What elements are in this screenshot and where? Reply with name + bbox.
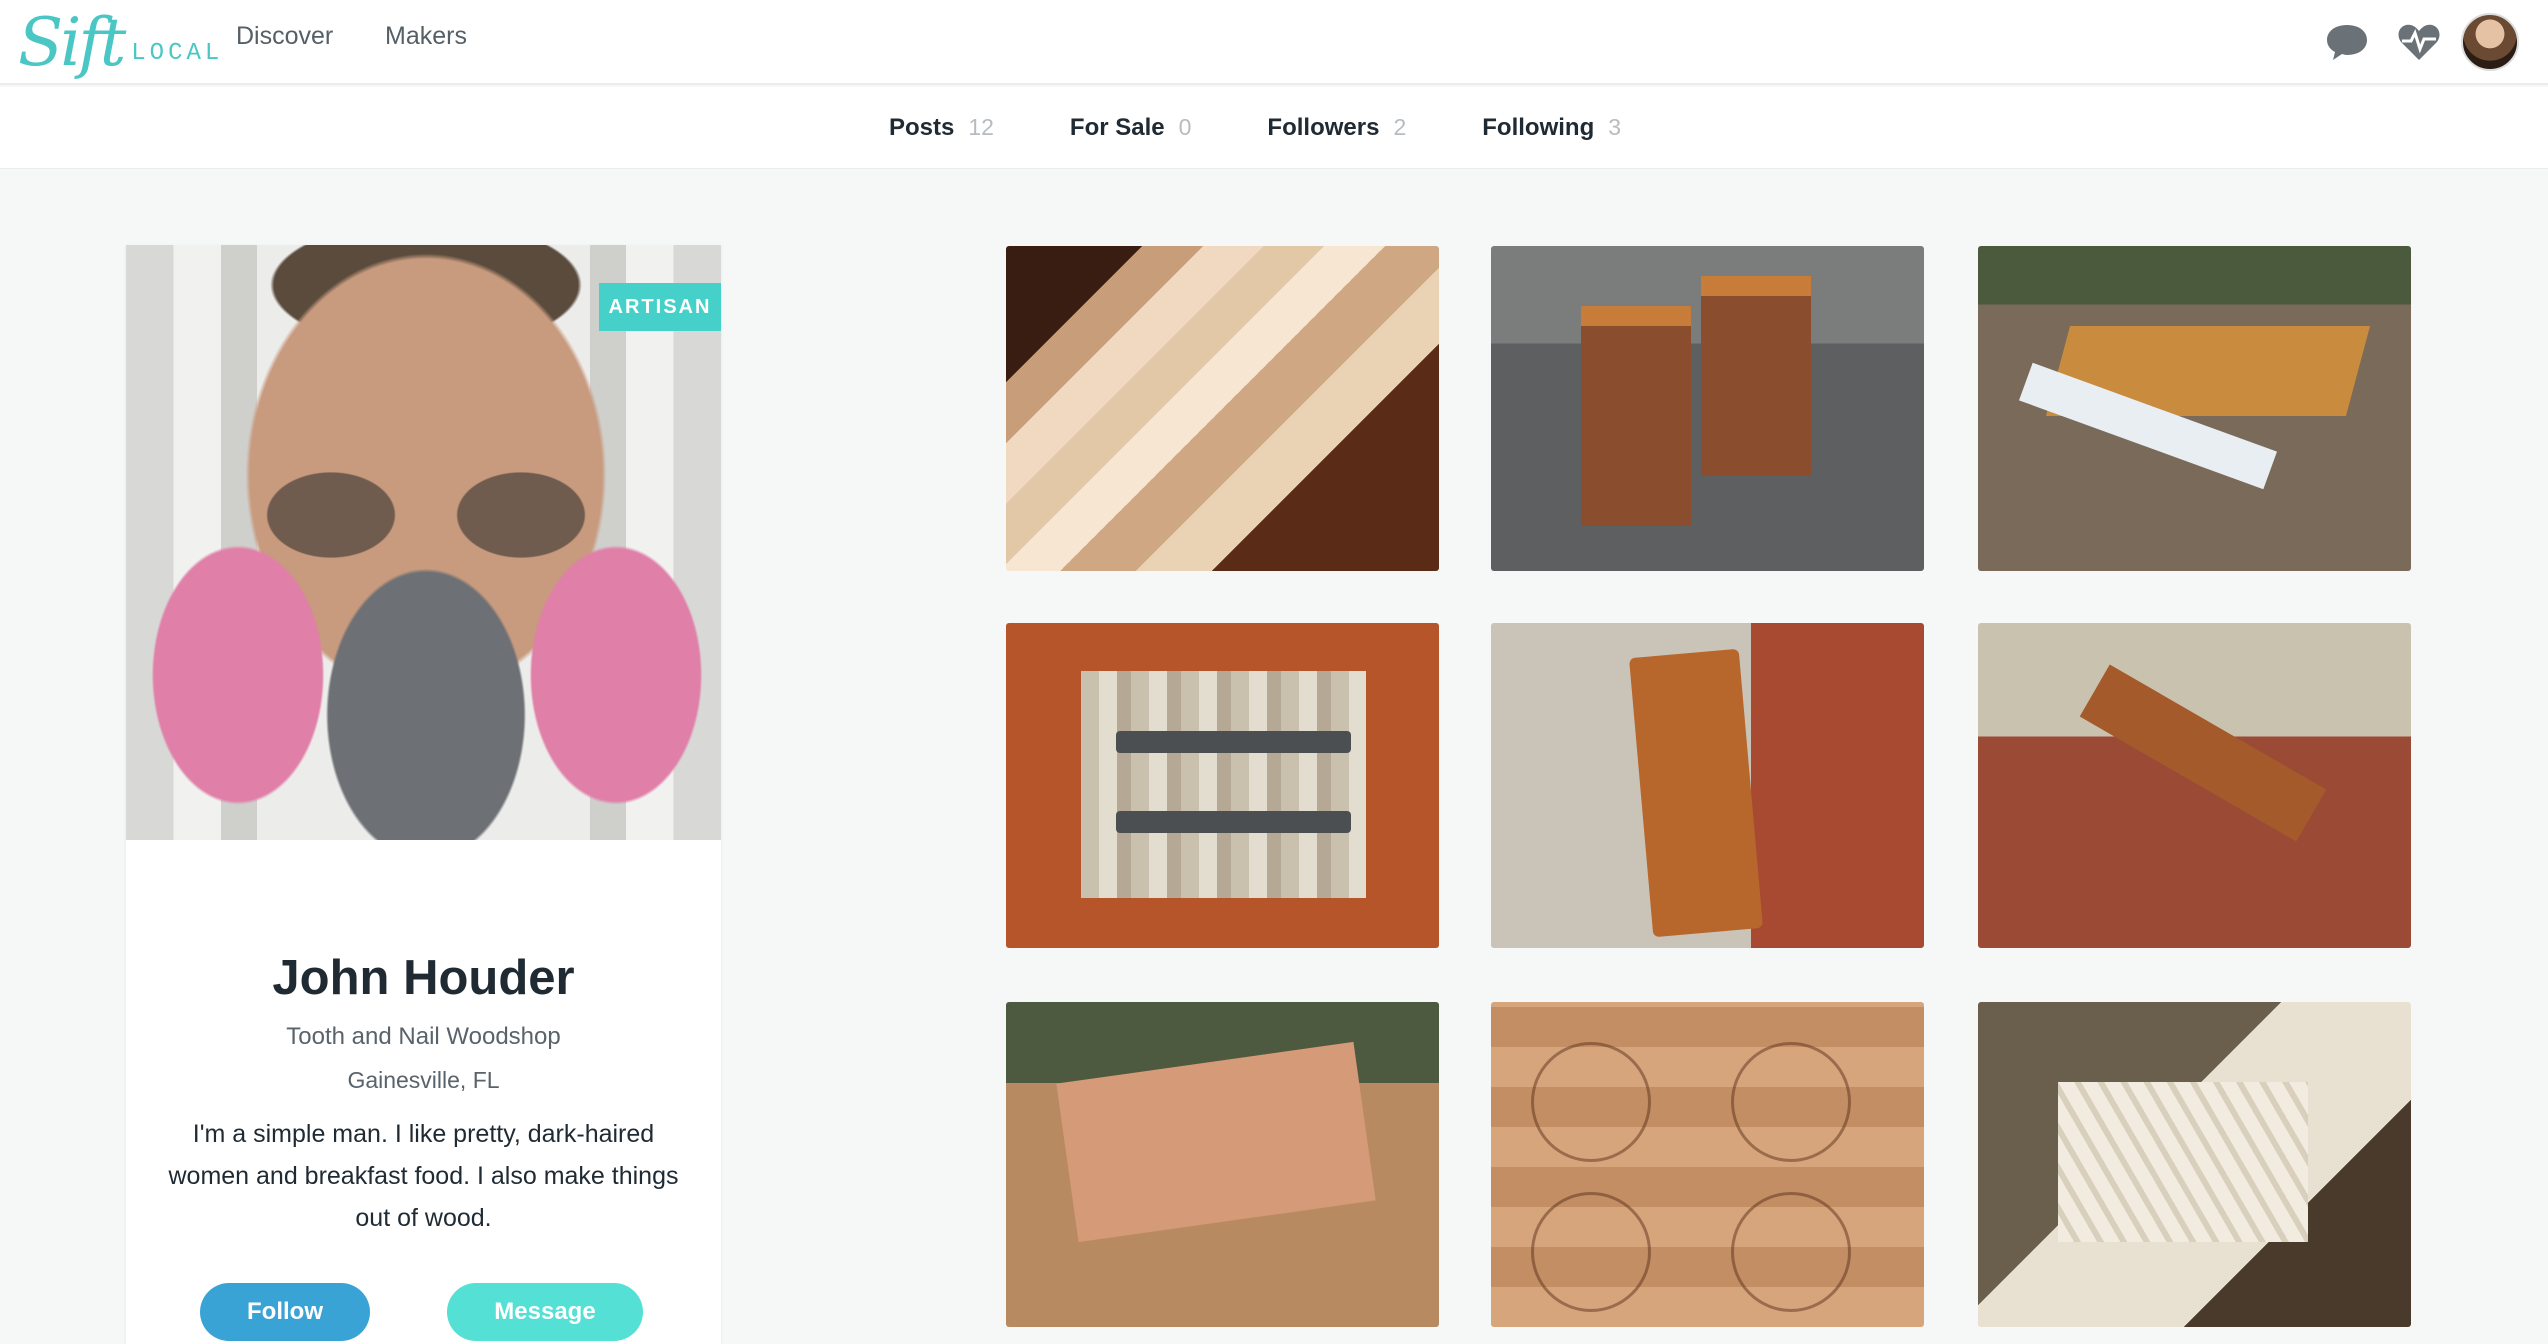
avatar-image [2461, 13, 2519, 71]
post-engraved-coasters[interactable] [1491, 1002, 1924, 1327]
artisan-badge: ARTISAN [599, 283, 721, 331]
profile-shop-name: Tooth and Nail Woodshop [286, 1023, 561, 1050]
heart-pulse-icon[interactable] [2392, 12, 2446, 72]
profile-location: Gainesville, FL [347, 1067, 500, 1093]
sift-local-logo[interactable]: Sift LOCAL [18, 3, 224, 81]
tab-following-count: 3 [1608, 113, 1622, 140]
profile-card: ARTISAN John Houder Tooth and Nail Woods… [126, 245, 721, 1344]
chat-bubble-icon[interactable] [2320, 12, 2374, 72]
tab-posts-label: Posts [888, 113, 955, 141]
post-coffee-table[interactable] [1978, 623, 2411, 948]
post-picnic-table[interactable] [1978, 246, 2411, 571]
tab-followers[interactable]: Followers 2 [1267, 114, 1406, 142]
logo-script-text: Sift [18, 3, 126, 81]
logo-local-text: LOCAL [131, 39, 224, 67]
tab-following[interactable]: Following 3 [1482, 114, 1621, 142]
profile-name: John Houder [272, 951, 575, 1005]
top-navigation-bar: Sift LOCAL Discover Makers [0, 0, 2548, 85]
post-cutting-board[interactable] [1006, 246, 1439, 571]
tab-posts-count: 12 [968, 113, 994, 140]
follow-button[interactable]: Follow [200, 1283, 370, 1341]
tab-followers-label: Followers [1267, 113, 1380, 141]
profile-bio: I'm a simple man. I like pretty, dark-ha… [168, 1120, 679, 1232]
nav-link-discover[interactable]: Discover [236, 22, 333, 51]
nav-link-makers[interactable]: Makers [385, 22, 467, 51]
post-side-tables[interactable] [1491, 246, 1924, 571]
tab-for-sale-count: 0 [1178, 113, 1192, 140]
post-bottle-opener[interactable] [1491, 623, 1924, 948]
tab-following-label: Following [1482, 113, 1595, 141]
post-wood-rack[interactable] [1006, 1002, 1439, 1327]
tab-posts[interactable]: Posts 12 [889, 114, 994, 142]
tab-for-sale[interactable]: For Sale 0 [1070, 114, 1192, 142]
user-avatar[interactable] [2460, 12, 2520, 72]
post-knife-fork-art[interactable] [1006, 623, 1439, 948]
tab-for-sale-label: For Sale [1069, 113, 1165, 141]
message-button[interactable]: Message [447, 1283, 643, 1341]
profile-photo: ARTISAN [126, 245, 721, 840]
tab-followers-count: 2 [1393, 113, 1407, 140]
post-wood-slats[interactable] [1978, 1002, 2411, 1327]
profile-tabs: Posts 12 For Sale 0 Followers 2 Followin… [0, 87, 2548, 169]
